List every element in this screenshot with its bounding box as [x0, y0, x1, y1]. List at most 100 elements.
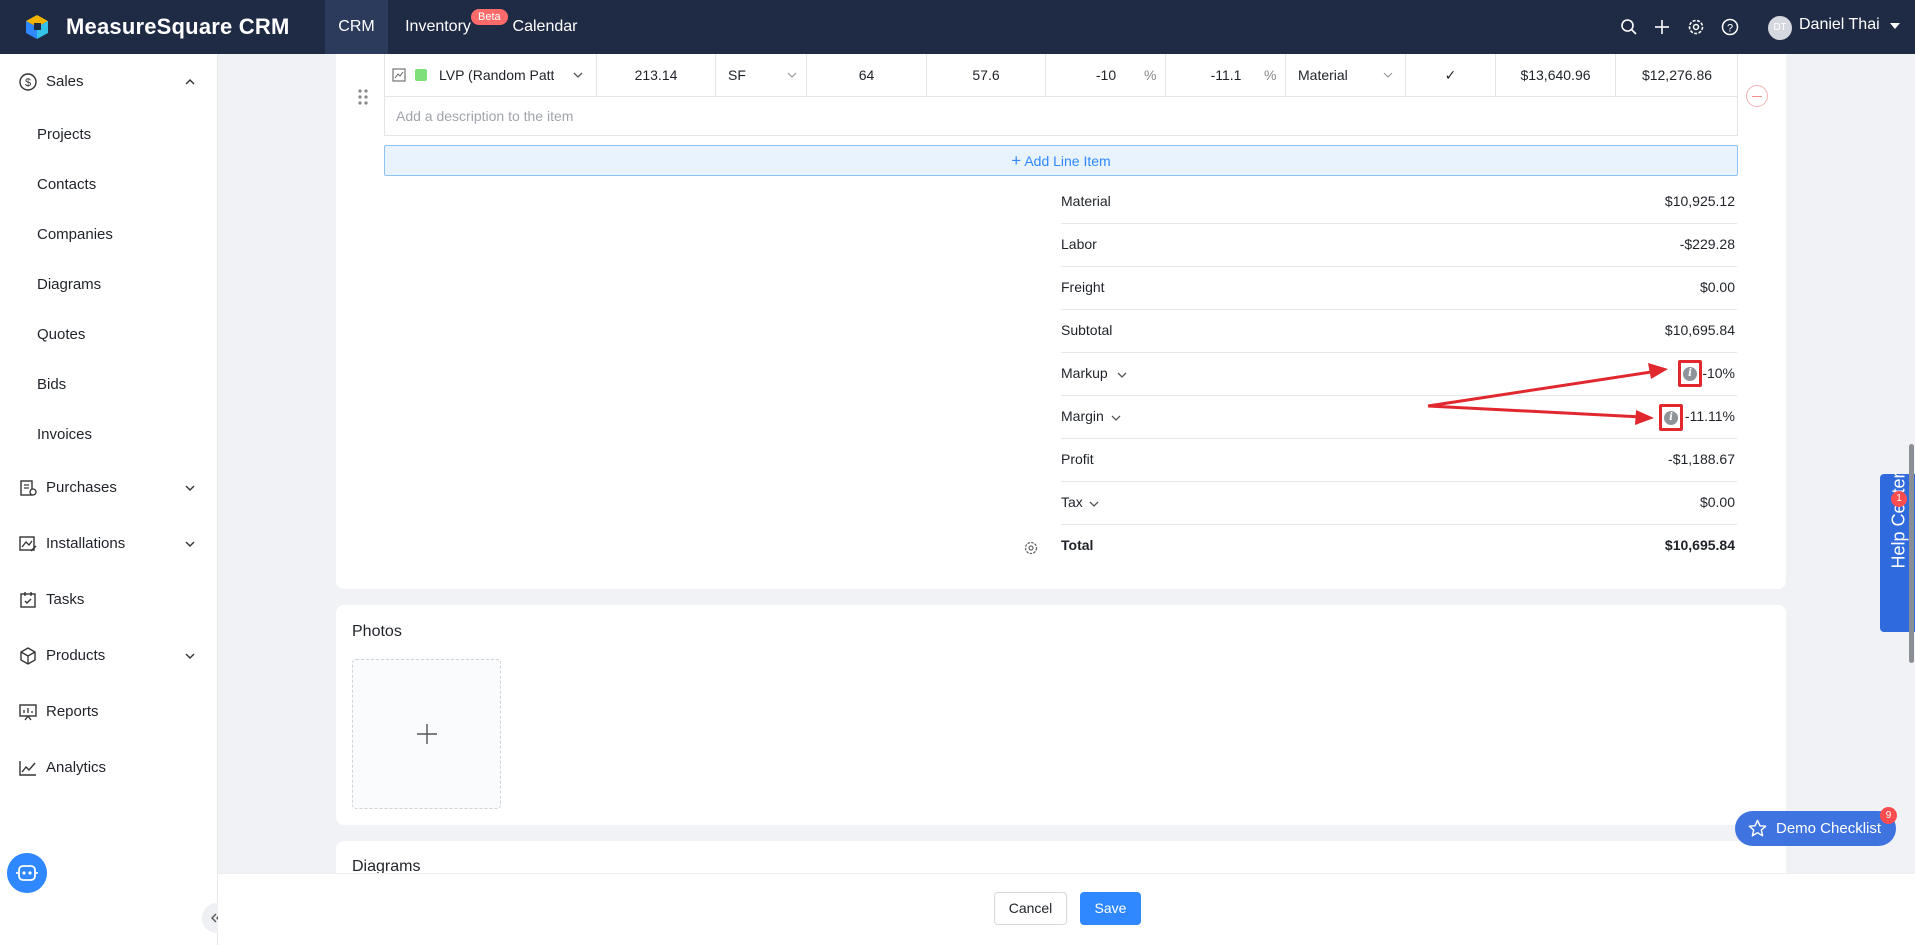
- summary-label: Markup: [1061, 365, 1108, 381]
- annotation-highlight-box: [1659, 404, 1683, 431]
- sidebar-item-invoices[interactable]: Invoices: [37, 426, 92, 443]
- markup-dropdown-icon[interactable]: [1116, 369, 1128, 381]
- type-value: Material: [1298, 67, 1348, 83]
- sidebar-item-companies[interactable]: Companies: [37, 226, 113, 243]
- assistant-bot-icon[interactable]: [7, 853, 47, 893]
- product-name: LVP (Random Patte: [439, 67, 554, 83]
- sidebar-group-products[interactable]: Products: [0, 636, 218, 676]
- demo-checklist-label: Demo Checklist: [1776, 820, 1882, 837]
- chevron-down-icon: [185, 541, 195, 547]
- reports-icon: [19, 704, 37, 721]
- sidebar-group-purchases[interactable]: Purchases: [0, 468, 218, 508]
- search-icon[interactable]: [1619, 17, 1639, 37]
- scrollbar-thumb[interactable]: [1909, 444, 1914, 663]
- percent-sign: %: [1144, 67, 1157, 83]
- sidebar-item-contacts[interactable]: Contacts: [37, 176, 96, 193]
- sidebar-label-sales: Sales: [46, 73, 84, 90]
- product-select[interactable]: LVP (Random Patte: [384, 54, 597, 96]
- plus-icon[interactable]: [1652, 17, 1672, 37]
- unit-value: SF: [728, 67, 746, 83]
- chevron-down-icon: [185, 653, 195, 659]
- description-input[interactable]: Add a description to the item: [396, 108, 573, 124]
- price-input[interactable]: 57.6: [927, 54, 1046, 96]
- drag-handle-icon[interactable]: [356, 88, 370, 106]
- summary-label: Labor: [1061, 236, 1097, 252]
- chevron-down-icon: [1383, 72, 1393, 78]
- sidebar-item-diagrams[interactable]: Diagrams: [37, 276, 101, 293]
- summary-label: Material: [1061, 193, 1111, 209]
- sidebar-group-sales[interactable]: $ Sales: [0, 62, 218, 102]
- summary-labor: Labor -$229.28: [1061, 224, 1737, 267]
- sidebar-group-tasks[interactable]: Tasks: [0, 580, 218, 620]
- help-icon[interactable]: ?: [1720, 17, 1740, 37]
- summary-markup: Markup -10%: [1061, 353, 1737, 396]
- summary-subtotal: Subtotal $10,695.84: [1061, 310, 1737, 353]
- nav-crm[interactable]: CRM: [325, 0, 388, 54]
- brand-name: MeasureSquare CRM: [66, 14, 290, 39]
- unit-select[interactable]: SF: [716, 54, 807, 96]
- line-amount: $13,640.96: [1496, 54, 1616, 96]
- chevron-down-icon: [185, 485, 195, 491]
- summary-value: $10,695.84: [1664, 322, 1735, 338]
- star-icon: [1748, 819, 1767, 837]
- sidebar-group-analytics[interactable]: Analytics: [0, 748, 218, 788]
- sidebar-item-projects[interactable]: Projects: [37, 126, 91, 143]
- sidebar-label-products: Products: [46, 647, 106, 664]
- taxable-check[interactable]: ✓: [1406, 54, 1496, 96]
- sidebar-item-bids[interactable]: Bids: [37, 376, 66, 393]
- cost-input[interactable]: 64: [807, 54, 927, 96]
- sidebar-label-installations: Installations: [46, 535, 126, 552]
- dollar-circle-icon: $: [19, 73, 37, 91]
- nav-calendar[interactable]: Calendar: [507, 0, 583, 54]
- sidebar-label-purchases: Purchases: [46, 479, 117, 496]
- save-button[interactable]: Save: [1080, 892, 1141, 925]
- summary-profit: Profit -$1,188.67: [1061, 439, 1737, 482]
- markup-input[interactable]: -10 %: [1046, 54, 1166, 96]
- photo-upload-box[interactable]: [352, 659, 501, 809]
- sidebar-label-analytics: Analytics: [46, 759, 107, 776]
- gear-icon[interactable]: [1686, 17, 1706, 37]
- quantity-input[interactable]: 213.14: [597, 54, 716, 96]
- installations-icon: [19, 536, 37, 552]
- plus-icon: +: [1011, 151, 1022, 170]
- add-line-item-button[interactable]: + Add Line Item: [384, 145, 1738, 176]
- summary-value: -11.11%: [1684, 408, 1735, 424]
- user-name[interactable]: Daniel Thai: [1799, 16, 1880, 34]
- photos-card: [336, 605, 1786, 825]
- sidebar-group-installations[interactable]: Installations: [0, 524, 218, 564]
- tax-dropdown-icon[interactable]: [1088, 498, 1100, 510]
- summary-label: Profit: [1061, 451, 1094, 467]
- chevron-down-icon: [573, 72, 583, 78]
- add-line-item-label: Add Line Item: [1024, 153, 1111, 169]
- type-select[interactable]: Material: [1286, 54, 1406, 96]
- tasks-icon: [20, 592, 36, 608]
- demo-checklist-button[interactable]: Demo Checklist: [1735, 811, 1896, 846]
- nav-inventory[interactable]: Inventory: [398, 0, 478, 54]
- gear-icon[interactable]: [1023, 540, 1039, 556]
- margin-dropdown-icon[interactable]: [1110, 412, 1122, 424]
- annotation-highlight-box: [1678, 360, 1702, 387]
- summary-value: $0.00: [1699, 494, 1735, 510]
- product-image-icon: [392, 68, 406, 82]
- margin-input[interactable]: -11.1 %: [1166, 54, 1286, 96]
- summary-label: Tax: [1061, 494, 1083, 510]
- summary-label: Margin: [1061, 408, 1104, 424]
- sidebar-item-quotes[interactable]: Quotes: [37, 326, 85, 343]
- beta-badge: Beta: [471, 9, 508, 25]
- caret-down-icon[interactable]: [1890, 23, 1900, 29]
- help-center-badge: 1: [1891, 491, 1907, 507]
- sidebar-label-reports: Reports: [46, 703, 99, 720]
- chevron-down-icon: [787, 72, 797, 78]
- summary-total: Total $10,695.84: [1061, 525, 1737, 568]
- avatar[interactable]: DT: [1768, 16, 1792, 40]
- remove-line-button[interactable]: [1746, 85, 1768, 107]
- margin-value: -11.1: [1210, 67, 1242, 83]
- cancel-button[interactable]: Cancel: [994, 892, 1067, 925]
- summary-label: Freight: [1061, 279, 1105, 295]
- sidebar-group-reports[interactable]: Reports: [0, 692, 218, 732]
- summary-value: -$1,188.67: [1668, 451, 1735, 467]
- percent-sign: %: [1264, 67, 1277, 83]
- material-color-swatch: [415, 69, 427, 81]
- box-icon: [20, 647, 36, 665]
- summary-freight: Freight $0.00: [1061, 267, 1737, 310]
